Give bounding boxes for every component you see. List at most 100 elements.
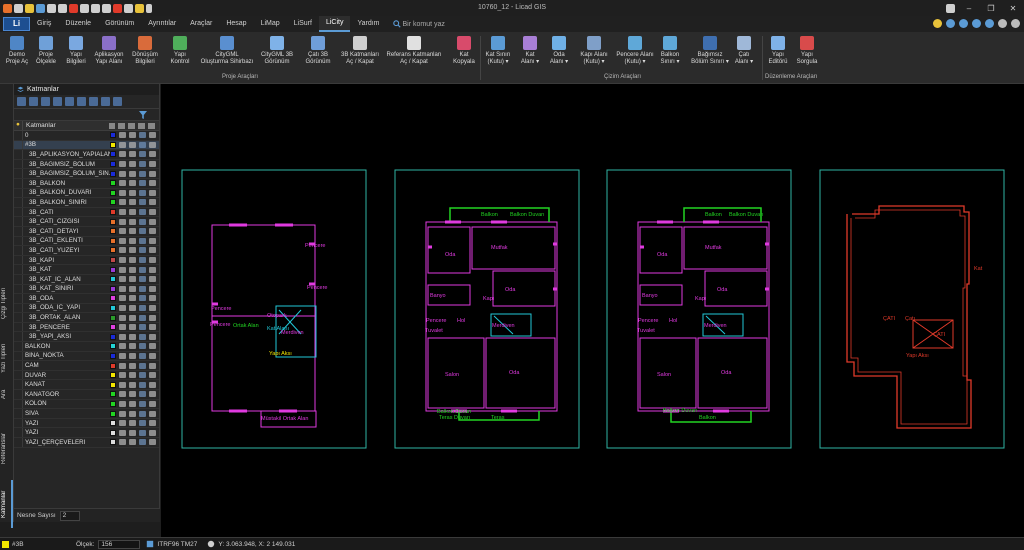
layer-print-icon[interactable] — [149, 420, 156, 427]
layer-freeze-icon[interactable] — [129, 304, 137, 311]
layer-freeze-icon[interactable] — [129, 266, 137, 273]
help-icon[interactable] — [959, 19, 968, 28]
layer-print-icon[interactable] — [149, 285, 156, 292]
layer-visible-icon[interactable] — [119, 257, 127, 264]
layer-row[interactable]: KANAT — [14, 380, 159, 391]
layer-color-swatch[interactable] — [110, 237, 117, 244]
layer-print-icon[interactable] — [149, 314, 156, 321]
ribbon-button-2[interactable]: Yapı Bilgileri — [62, 36, 90, 66]
layer-freeze-icon[interactable] — [129, 352, 137, 359]
layer-freeze-icon[interactable] — [129, 151, 137, 158]
layer-freeze-icon[interactable] — [129, 391, 137, 398]
layer-print-icon[interactable] — [149, 132, 156, 139]
layer-freeze-icon[interactable] — [129, 400, 137, 407]
lightbulb-icon[interactable] — [933, 19, 942, 28]
layer-visible-icon[interactable] — [119, 439, 127, 446]
measure-icon[interactable] — [135, 3, 144, 13]
layer-row[interactable]: 3B_KAT_IC_ALAN — [14, 274, 159, 285]
record-icon[interactable] — [113, 3, 122, 13]
layer-color-swatch[interactable] — [110, 439, 117, 446]
layer-freeze-icon[interactable] — [129, 420, 137, 427]
ribbon-button-6[interactable]: CityGML Oluşturma Sihirbazı — [199, 36, 255, 66]
layer-row[interactable]: 3B_BAGIMSIZ_BOLUM_SIN... — [14, 169, 159, 179]
layer-color-icon[interactable] — [101, 97, 110, 106]
layer-row[interactable]: 3B_APLIKASYON_YAPIALANI — [14, 150, 159, 160]
layer-visible-icon[interactable] — [119, 362, 127, 369]
layer-color-swatch[interactable] — [110, 276, 117, 283]
layer-state-icon[interactable] — [65, 97, 74, 106]
layer-freeze-icon[interactable] — [129, 170, 137, 177]
layer-print-icon[interactable] — [149, 237, 156, 244]
layer-visible-icon[interactable] — [119, 429, 127, 436]
layer-print-icon[interactable] — [149, 170, 156, 177]
layer-lock-icon[interactable] — [139, 439, 147, 446]
layer-print-icon[interactable] — [149, 295, 156, 302]
layer-row[interactable]: 3B_YAPI_AKSI — [14, 332, 159, 343]
menu-item-2[interactable]: Görünüm — [98, 16, 141, 32]
layer-refresh-icon[interactable] — [113, 97, 122, 106]
layer-visible-icon[interactable] — [119, 391, 127, 398]
layer-row[interactable]: 3B_BALKON — [14, 178, 159, 189]
layer-freeze-icon[interactable] — [129, 372, 137, 379]
layer-color-swatch[interactable] — [110, 132, 117, 139]
layer-print-icon[interactable] — [149, 439, 156, 446]
layer-lock-icon[interactable] — [139, 429, 147, 436]
layer-color-swatch[interactable] — [110, 391, 117, 398]
layer-print-icon[interactable] — [149, 381, 156, 388]
layer-lock-icon[interactable] — [139, 410, 147, 417]
layer-print-icon[interactable] — [149, 199, 156, 206]
layer-color-swatch[interactable] — [110, 257, 117, 264]
layer-freeze-icon[interactable] — [129, 237, 137, 244]
layer-visible-icon[interactable] — [119, 161, 127, 168]
layer-freeze-icon[interactable] — [129, 180, 137, 187]
ribbon-button-1[interactable]: Proje Ölçekle — [32, 36, 60, 66]
layer-row[interactable]: #3B — [14, 140, 159, 151]
layer-print-icon[interactable] — [149, 257, 156, 264]
layer-row[interactable]: SIVA — [14, 409, 159, 419]
layer-print-icon[interactable] — [149, 180, 156, 187]
ribbon-button-5[interactable]: Yapı Kontrol — [167, 36, 193, 66]
layer-row[interactable]: 3B_BAGIMSIZ_BOLUM — [14, 159, 159, 170]
ribbon-button-3[interactable]: Aplikasyon Yapı Alanı — [91, 36, 127, 66]
layer-lock-icon[interactable] — [139, 209, 147, 216]
layer-visible-icon[interactable] — [119, 372, 127, 379]
layer-freeze-icon[interactable] — [129, 362, 137, 369]
layer-visible-icon[interactable] — [119, 276, 127, 283]
layer-color-swatch[interactable] — [110, 362, 117, 369]
layer-row[interactable]: 3B_ORTAK_ALAN — [14, 313, 159, 323]
layer-lock-icon[interactable] — [139, 324, 147, 331]
ribbon-button-10[interactable]: Referans Katmanları Aç / Kapat — [384, 36, 444, 66]
layer-freeze-icon[interactable] — [129, 429, 137, 436]
ribbon-button-19[interactable]: Çatı Alanı ▾ — [731, 36, 757, 66]
current-layer-name[interactable]: #3B — [12, 541, 52, 548]
layer-visible-icon[interactable] — [119, 324, 127, 331]
left-tab-4[interactable]: Çizgi Tipleri — [1, 280, 13, 326]
ribbon-button-7[interactable]: CityGML 3B Görünüm — [257, 36, 297, 66]
layer-row[interactable]: YAZI — [14, 428, 159, 438]
layer-lock-icon[interactable] — [139, 381, 147, 388]
layer-row[interactable]: 3B_CATI_CIZGISI — [14, 217, 159, 227]
print-icon[interactable] — [58, 3, 67, 13]
cut-icon[interactable] — [80, 3, 89, 13]
layer-color-swatch[interactable] — [110, 247, 117, 254]
ribbon-button-9[interactable]: 3B Katmanları Aç / Kapat — [339, 36, 381, 66]
layer-visible-icon[interactable] — [119, 333, 127, 340]
layer-visible-icon[interactable] — [119, 132, 127, 139]
redo-icon[interactable] — [102, 3, 111, 13]
layer-freeze-icon[interactable] — [129, 209, 137, 216]
layer-color-swatch[interactable] — [110, 161, 117, 168]
layer-freeze-icon[interactable] — [129, 324, 137, 331]
layer-color-swatch[interactable] — [110, 333, 117, 340]
layer-visible-icon[interactable] — [119, 141, 127, 148]
layer-lock-icon[interactable] — [139, 333, 147, 340]
layer-row[interactable]: 3B_CATI_DETAYI — [14, 226, 159, 237]
layer-print-icon[interactable] — [149, 209, 156, 216]
layer-visible-icon[interactable] — [119, 209, 127, 216]
layer-print-icon[interactable] — [149, 247, 156, 254]
layer-visible-icon[interactable] — [119, 420, 127, 427]
ribbon-button-8[interactable]: Çatı 3B Görünüm — [301, 36, 335, 66]
layer-visible-icon[interactable] — [119, 180, 127, 187]
delete-layer-icon[interactable] — [29, 97, 38, 106]
layer-lock-icon[interactable] — [139, 228, 147, 235]
layer-visible-icon[interactable] — [119, 285, 127, 292]
